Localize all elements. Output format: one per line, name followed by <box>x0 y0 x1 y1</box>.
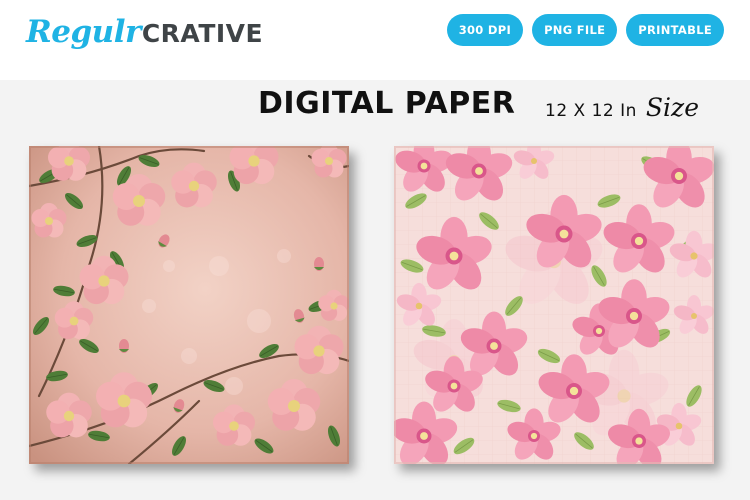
brand-block-text: CRATIVE <box>141 19 264 48</box>
size-dimensions: 12 X 12 In <box>545 101 637 121</box>
header-bar: Regulr CRATIVE 300 DPI PNG FILE PRINTABL… <box>0 0 750 80</box>
brand-logo[interactable]: Regulr CRATIVE <box>26 14 263 58</box>
paper-preview-right <box>394 146 714 464</box>
size-label: 12 X 12 In Size <box>545 93 699 122</box>
badge-printable: PRINTABLE <box>626 14 724 46</box>
dogwood-floral-pattern <box>394 146 714 464</box>
badge-dpi: 300 DPI <box>446 14 524 46</box>
brand-script-text: Regulr <box>26 14 141 50</box>
feature-badges: 300 DPI PNG FILE PRINTABLE <box>446 14 724 46</box>
size-word: Size <box>645 93 700 122</box>
vintage-blossom-pattern <box>29 146 349 464</box>
paper-preview-left <box>29 146 349 464</box>
product-title: DIGITAL PAPER <box>258 86 516 121</box>
badge-file-type: PNG FILE <box>532 14 618 46</box>
